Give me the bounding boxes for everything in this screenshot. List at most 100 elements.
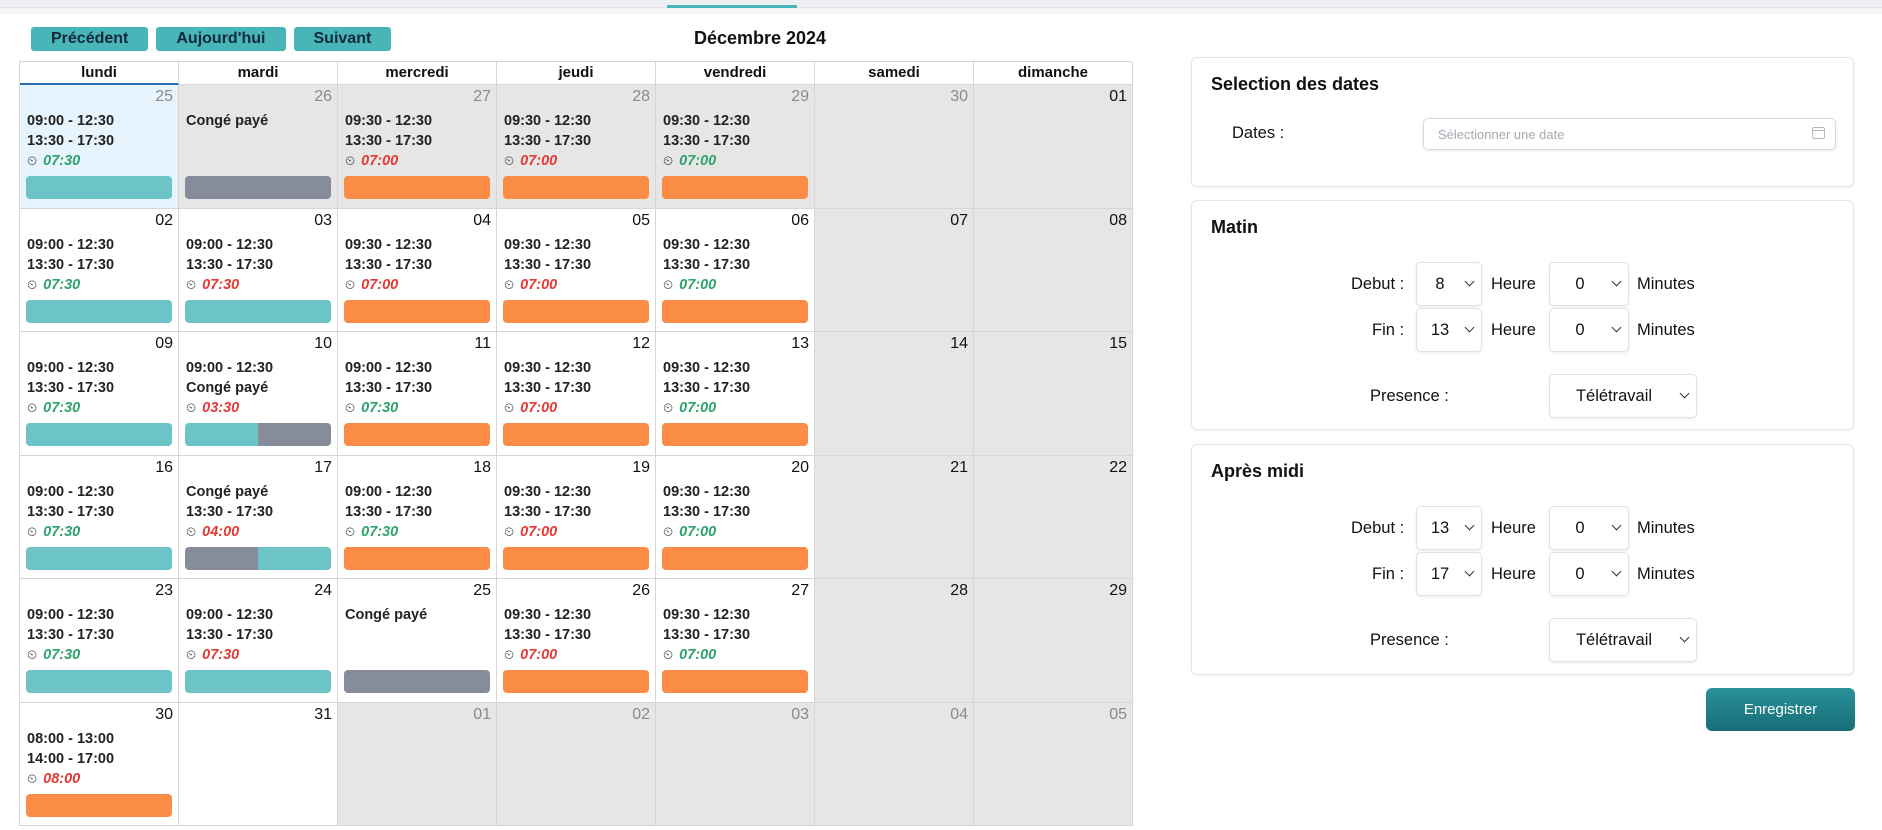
duration: ⏲ 07:00 (504, 647, 557, 663)
status-segment-orange (344, 546, 490, 570)
day-cell[interactable]: 28 (815, 579, 974, 703)
schedule-line: 13:30 - 17:30 (663, 503, 751, 520)
status-bar[interactable] (344, 670, 490, 693)
status-bar[interactable] (662, 176, 808, 199)
day-cell[interactable]: 29 09:30 - 12:30 13:30 - 17:30 ⏲ 07:00 (656, 85, 815, 209)
status-bar[interactable] (503, 546, 649, 570)
day-cell[interactable]: 20 09:30 - 12:30 13:30 - 17:30 ⏲ 07:00 (656, 455, 815, 579)
status-bar[interactable] (185, 670, 331, 693)
status-bar[interactable] (344, 423, 490, 446)
day-cell[interactable]: 01 (338, 702, 497, 826)
day-cell[interactable]: 05 (974, 702, 1133, 826)
day-number: 16 (155, 458, 173, 476)
day-cell[interactable]: 22 (974, 455, 1133, 579)
day-cell[interactable]: 21 (815, 455, 974, 579)
day-cell[interactable]: 25 09:00 - 12:30 13:30 - 17:30 ⏲ 07:30 (20, 85, 179, 209)
status-bar[interactable] (503, 423, 649, 446)
prev-button[interactable]: Précédent (31, 27, 149, 51)
day-cell[interactable]: 18 09:00 - 12:30 13:30 - 17:30 ⏲ 07:30 (338, 455, 497, 579)
day-cell[interactable]: 24 09:00 - 12:30 13:30 - 17:30 ⏲ 07:30 (179, 579, 338, 703)
status-bar[interactable] (185, 299, 331, 323)
day-cell[interactable]: 06 09:30 - 12:30 13:30 - 17:30 ⏲ 07:00 (656, 208, 815, 332)
day-cell[interactable]: 16 09:00 - 12:30 13:30 - 17:30 ⏲ 07:30 (20, 455, 179, 579)
date-picker-input[interactable]: Sélectionner une date (1423, 118, 1836, 150)
day-cell[interactable]: 05 09:30 - 12:30 13:30 - 17:30 ⏲ 07:00 (497, 208, 656, 332)
status-bar[interactable] (503, 670, 649, 693)
weekday-samedi: samedi (815, 62, 974, 85)
day-cell[interactable]: 10 09:00 - 12:30 Congé payé ⏲ 03:30 (179, 332, 338, 456)
debut-min-select[interactable]: 0 (1549, 506, 1629, 550)
fin-hour-select[interactable]: 13 (1416, 308, 1482, 352)
calendar-icon[interactable] (1812, 127, 1825, 139)
fin-min-select[interactable]: 0 (1549, 308, 1629, 352)
day-cell[interactable]: 25 Congé payé (338, 579, 497, 703)
status-bar[interactable] (662, 299, 808, 323)
day-cell[interactable]: 30 (815, 85, 974, 209)
status-bar[interactable] (185, 176, 331, 199)
fin-min-select[interactable]: 0 (1549, 552, 1629, 596)
day-cell[interactable]: 12 09:30 - 12:30 13:30 - 17:30 ⏲ 07:00 (497, 332, 656, 456)
status-bar[interactable] (26, 176, 172, 199)
status-bar[interactable] (26, 670, 172, 693)
day-cell[interactable]: 30 08:00 - 13:00 14:00 - 17:00 ⏲ 08:00 (20, 702, 179, 826)
status-bar[interactable] (503, 176, 649, 199)
day-cell[interactable]: 28 09:30 - 12:30 13:30 - 17:30 ⏲ 07:00 (497, 85, 656, 209)
status-bar[interactable] (344, 299, 490, 323)
status-bar[interactable] (503, 299, 649, 323)
status-segment-teal (258, 546, 331, 570)
day-schedule: 09:30 - 12:30 13:30 - 17:30 (663, 111, 750, 151)
debut-hour-select[interactable]: 8 (1416, 262, 1482, 306)
day-cell[interactable]: 08 (974, 208, 1133, 332)
status-bar[interactable] (662, 546, 808, 570)
status-bar[interactable] (662, 423, 808, 446)
status-bar[interactable] (26, 299, 172, 323)
day-cell[interactable]: 29 (974, 579, 1133, 703)
day-schedule: 09:30 - 12:30 13:30 - 17:30 (504, 111, 591, 151)
debut-hour-select[interactable]: 13 (1416, 506, 1482, 550)
day-cell[interactable]: 09 09:00 - 12:30 13:30 - 17:30 ⏲ 07:30 (20, 332, 179, 456)
day-cell[interactable]: 11 09:00 - 12:30 13:30 - 17:30 ⏲ 07:30 (338, 332, 497, 456)
day-cell[interactable]: 31 (179, 702, 338, 826)
clock-icon: ⏲ (345, 523, 356, 539)
day-cell[interactable]: 03 (656, 702, 815, 826)
duration: ⏲ 07:30 (27, 153, 80, 169)
day-cell[interactable]: 27 09:30 - 12:30 13:30 - 17:30 ⏲ 07:00 (338, 85, 497, 209)
day-cell[interactable]: 02 (497, 702, 656, 826)
status-bar[interactable] (185, 423, 331, 446)
day-cell[interactable]: 13 09:30 - 12:30 13:30 - 17:30 ⏲ 07:00 (656, 332, 815, 456)
status-bar[interactable] (26, 546, 172, 570)
status-segment-orange (344, 423, 490, 446)
day-cell[interactable]: 14 (815, 332, 974, 456)
fin-hour-select[interactable]: 17 (1416, 552, 1482, 596)
day-cell[interactable]: 04 (815, 702, 974, 826)
today-button[interactable]: Aujourd'hui (156, 27, 286, 51)
day-cell[interactable]: 01 (974, 85, 1133, 209)
day-cell[interactable]: 03 09:00 - 12:30 13:30 - 17:30 ⏲ 07:30 (179, 208, 338, 332)
day-cell[interactable]: 27 09:30 - 12:30 13:30 - 17:30 ⏲ 07:00 (656, 579, 815, 703)
day-cell[interactable]: 19 09:30 - 12:30 13:30 - 17:30 ⏲ 07:00 (497, 455, 656, 579)
day-cell[interactable]: 26 09:30 - 12:30 13:30 - 17:30 ⏲ 07:00 (497, 579, 656, 703)
schedule-line: Congé payé (186, 483, 269, 500)
day-cell[interactable]: 15 (974, 332, 1133, 456)
day-cell[interactable]: 26 Congé payé (179, 85, 338, 209)
presence-select[interactable]: Télétravail (1549, 374, 1697, 418)
presence-select[interactable]: Télétravail (1549, 618, 1697, 662)
morning-panel: Matin Debut : 8 Heure 0 Minutes Fin : 13… (1191, 200, 1854, 430)
next-button[interactable]: Suivant (293, 27, 392, 51)
weekday-header: lundi mardi mercredi jeudi vendredi samedi dim… (20, 62, 1133, 85)
day-cell[interactable]: 02 09:00 - 12:30 13:30 - 17:30 ⏲ 07:30 (20, 208, 179, 332)
status-bar[interactable] (662, 670, 808, 693)
day-cell[interactable]: 04 09:30 - 12:30 13:30 - 17:30 ⏲ 07:00 (338, 208, 497, 332)
day-cell[interactable]: 17 Congé payé 13:30 - 17:30 ⏲ 04:00 (179, 455, 338, 579)
active-tab-indicator (667, 5, 797, 8)
day-cell[interactable]: 07 (815, 208, 974, 332)
save-button[interactable]: Enregistrer (1706, 688, 1855, 731)
status-bar[interactable] (26, 793, 172, 817)
day-number: 06 (791, 211, 809, 229)
status-bar[interactable] (344, 176, 490, 199)
status-bar[interactable] (26, 423, 172, 446)
status-bar[interactable] (344, 546, 490, 570)
status-bar[interactable] (185, 546, 331, 570)
debut-min-select[interactable]: 0 (1549, 262, 1629, 306)
day-cell[interactable]: 23 09:00 - 12:30 13:30 - 17:30 ⏲ 07:30 (20, 579, 179, 703)
